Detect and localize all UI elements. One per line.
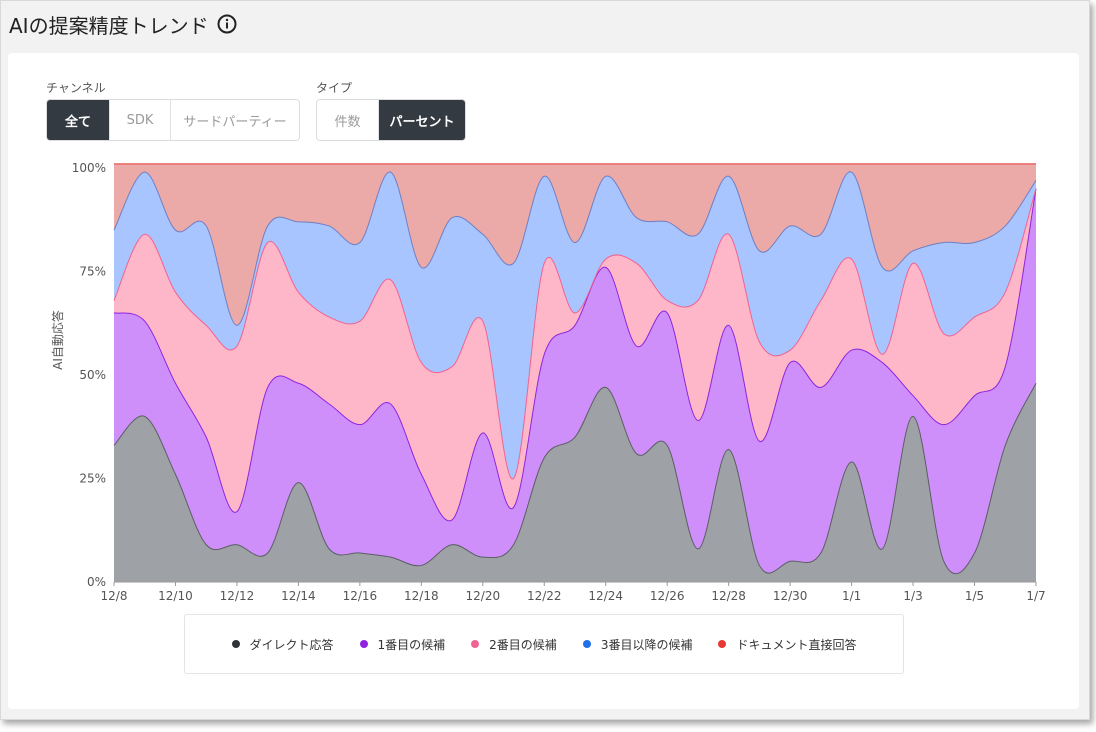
x-tick-label: 12/10 [158,589,193,603]
x-tick-label: 12/24 [588,589,623,603]
x-tick-label: 12/28 [711,589,746,603]
x-tick-label: 1/5 [965,589,984,603]
legend-dot [718,640,727,648]
chart-legend: ダイレクト応答 1番目の候補 2番目の候補 3番目以降の候補 ドキュメント直接回… [184,614,904,674]
x-tick-label: 1/1 [842,589,861,603]
legend-dot [582,640,591,648]
legend-label: ドキュメント直接回答 [736,637,857,652]
legend-item-first[interactable]: 1番目の候補 [359,636,446,653]
legend-item-document[interactable]: ドキュメント直接回答 [718,636,856,653]
legend-item-third-plus[interactable]: 3番目以降の候補 [582,636,693,653]
x-tick-label: 12/30 [773,589,808,603]
y-tick-label: 50% [79,368,106,382]
x-tick-label: 12/22 [527,589,562,603]
legend-dot [471,640,480,648]
x-tick-label: 12/20 [466,589,501,603]
y-tick-label: 75% [79,265,106,279]
x-tick-label: 12/18 [404,589,439,603]
legend-dot [231,640,240,648]
x-tick-label: 12/12 [220,589,255,603]
y-axis-ticks: 0% 25% 50% 75% 100% [72,161,106,589]
legend-label: 2番目の候補 [489,637,557,652]
x-tick-label: 12/26 [650,589,685,603]
x-tick-label: 12/16 [343,589,378,603]
x-tick-label: 1/3 [903,589,922,603]
legend-label: 1番目の候補 [377,637,446,652]
x-tick-label: 1/7 [1026,589,1045,603]
legend-item-direct[interactable]: ダイレクト応答 [231,636,334,653]
y-tick-label: 100% [72,161,106,175]
chart-areas [113,163,1037,583]
legend-label: ダイレクト応答 [249,637,334,652]
y-axis-label: AI自動応答 [50,310,65,370]
x-tick-label: 12/8 [101,589,128,603]
y-tick-label: 0% [87,575,106,589]
x-tick-label: 12/14 [281,589,316,603]
legend-label: 3番目以降の候補 [600,637,693,652]
legend-item-second[interactable]: 2番目の候補 [471,636,557,653]
y-tick-label: 25% [79,472,106,486]
legend-dot [359,640,368,648]
x-axis-ticks: 12/8 12/10 12/12 12/14 12/16 12/18 12/20 12/22 1… [101,581,1046,603]
